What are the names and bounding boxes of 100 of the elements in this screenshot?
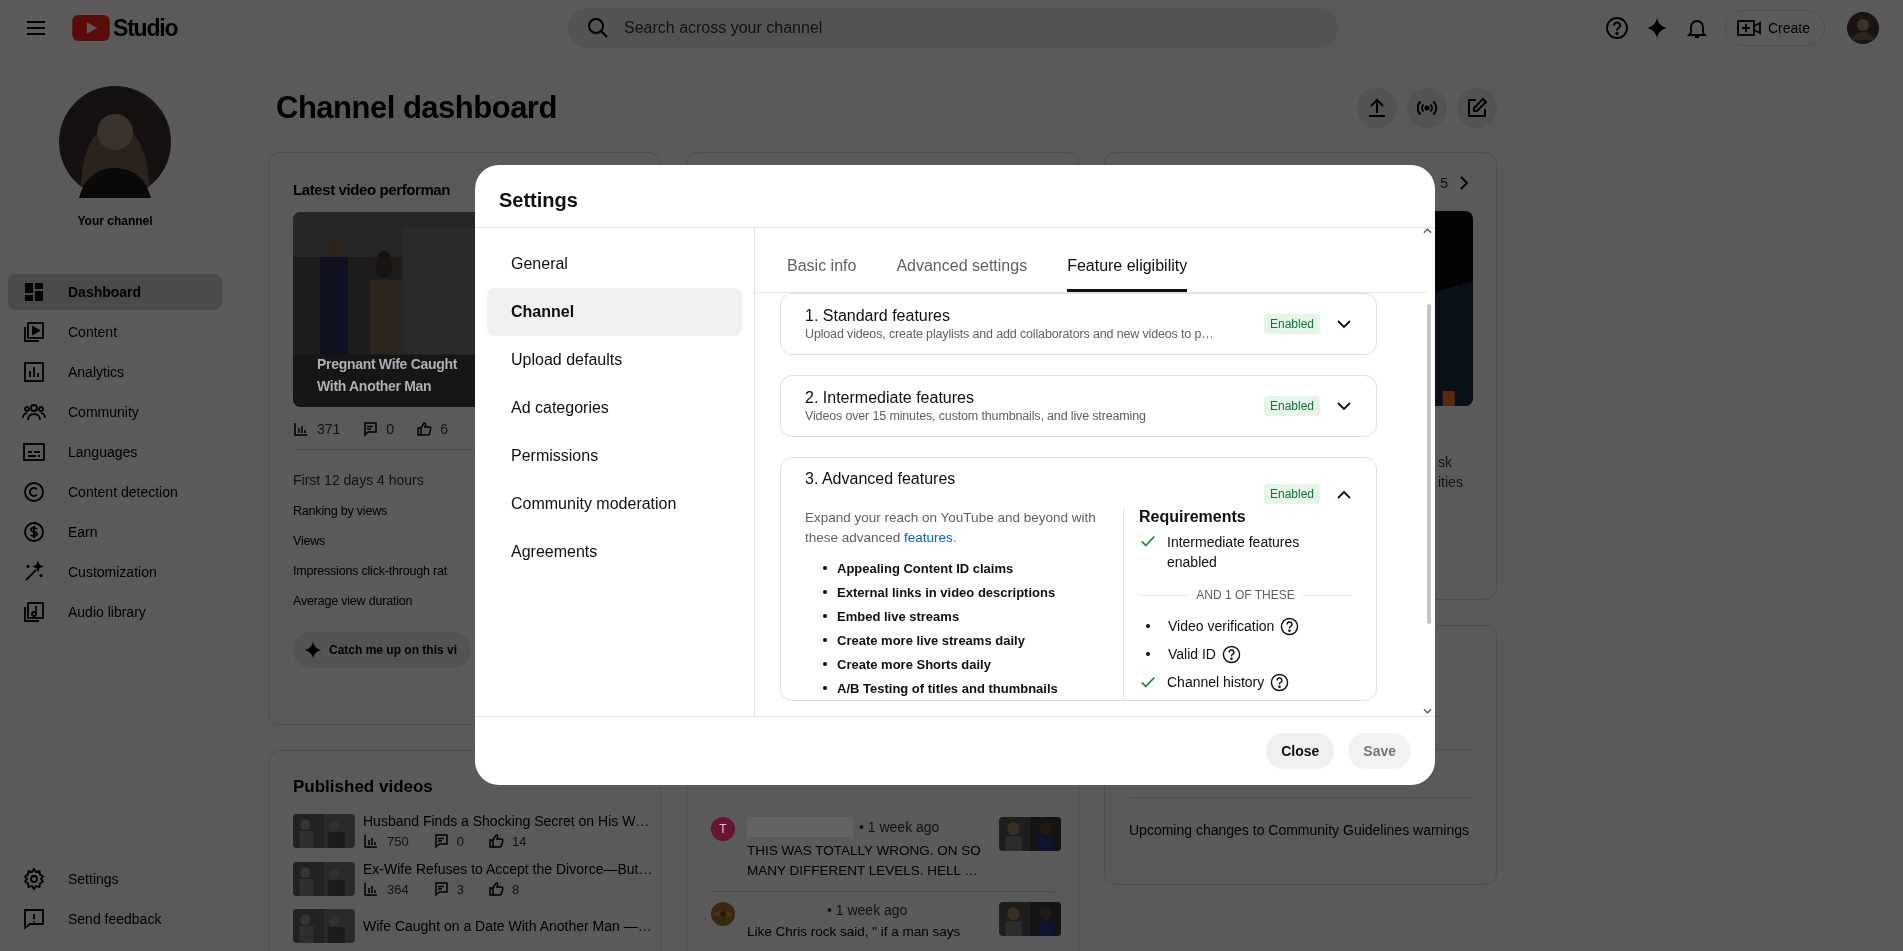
divider-label: AND 1 OF THESE: [1196, 588, 1295, 602]
catch-up-button[interactable]: Catch me up on this vi: [293, 632, 471, 668]
sidebar-item[interactable]: Settings: [8, 861, 222, 897]
metric-label: Views: [293, 534, 326, 548]
bullet-icon: [823, 638, 827, 642]
requirement-label: Video verification: [1168, 617, 1275, 636]
dashboard-icon: [22, 280, 46, 304]
features-link[interactable]: features: [904, 530, 953, 545]
sidebar-item[interactable]: Content: [8, 314, 222, 350]
settings-nav-item[interactable]: Upload defaults: [487, 336, 742, 384]
video-title[interactable]: Husband Finds a Shocking Secret on His W…: [363, 813, 650, 829]
metric-label: Impressions click-through rat: [293, 564, 447, 578]
sidebar-item[interactable]: Community: [8, 394, 222, 430]
like-count: 6: [440, 421, 448, 437]
page-title: Channel dashboard: [276, 90, 557, 126]
section-description: Upload videos, create playlists and add collaborators and new videos to p…: [805, 327, 1215, 341]
requirement-label: Channel history: [1167, 673, 1265, 692]
comment-icon: [432, 881, 449, 897]
news-text[interactable]: Upcoming changes to Community Guidelines warnings: [1129, 820, 1472, 840]
settings-nav-item[interactable]: Agreements: [487, 528, 742, 576]
help-icon[interactable]: [1270, 672, 1290, 692]
search-field[interactable]: Search across your channel: [568, 8, 1338, 48]
bar-chart-icon: [22, 360, 46, 384]
sidebar-item[interactable]: Send feedback: [8, 901, 222, 937]
dialog-button[interactable]: Close: [1266, 733, 1335, 769]
thumbs-up-icon: [416, 421, 433, 437]
card-title: Published videos: [293, 777, 434, 797]
subtitles-icon: [22, 440, 46, 464]
sidebar-item[interactable]: Customization: [8, 554, 222, 590]
page-indicator: 5: [1440, 175, 1448, 191]
settings-icon: [22, 867, 46, 891]
settings-nav-item[interactable]: Channel: [487, 288, 742, 336]
channel-label[interactable]: Your channel: [77, 214, 153, 228]
bar-chart-icon: [363, 881, 379, 897]
comment-text: THIS WAS TOTALLY WRONG. ON SO MANY DIFFERENT LEVELS. HELL …: [747, 842, 982, 880]
comment-count: 3: [456, 881, 464, 897]
search-icon: [586, 16, 610, 40]
settings-nav-item[interactable]: Community moderation: [487, 480, 742, 528]
requirements-title: Requirements: [1139, 508, 1247, 526]
section-title: 3. Advanced features: [805, 470, 957, 488]
video-title[interactable]: Wife Caught on a Date With Another Man —…: [363, 918, 652, 934]
sidebar-item[interactable]: Audio library: [8, 594, 222, 630]
sidebar-item[interactable]: Languages: [8, 434, 222, 470]
metric-label: Ranking by views: [293, 504, 388, 518]
bullet-icon: [823, 566, 827, 570]
feature-item: Appealing Content ID claims: [837, 560, 1014, 576]
channel-avatar[interactable]: [59, 86, 171, 198]
comment-count: 0: [386, 421, 395, 437]
help-icon[interactable]: [1222, 644, 1241, 664]
tab[interactable]: Advanced settings: [896, 257, 1028, 292]
scroll-up-icon[interactable]: [1423, 228, 1432, 234]
bullet-icon: [823, 590, 827, 594]
bar-chart-icon: [293, 421, 309, 437]
help-icon[interactable]: [1280, 616, 1300, 636]
copyright-icon: [22, 480, 46, 504]
dollar-icon: [22, 520, 46, 544]
logo-text[interactable]: Studio: [113, 14, 178, 42]
comment-text: Like Chris rock said, " if a man says: [747, 923, 962, 941]
requirement-label: Intermediate features enabled: [1167, 533, 1301, 572]
view-count: 750: [387, 833, 409, 849]
music-note-icon: [22, 600, 46, 624]
feature-item: Embed live streams: [837, 608, 960, 624]
sidebar-item[interactable]: Earn: [8, 514, 222, 550]
card-text: ities: [1438, 473, 1463, 492]
sparkle-icon: [303, 640, 323, 660]
settings-nav-item[interactable]: Ad categories: [487, 384, 742, 432]
thumbs-up-icon: [487, 833, 504, 849]
status-badge: Enabled: [1263, 314, 1320, 334]
play-logo-icon[interactable]: [72, 15, 110, 41]
comment-time: • 1 week ago: [827, 902, 908, 918]
scroll-down-icon[interactable]: [1423, 708, 1432, 714]
comment-icon: [362, 421, 379, 437]
feature-item: A/B Testing of titles and thumbnails: [837, 680, 1058, 696]
video-title[interactable]: Ex-Wife Refuses to Accept the Divorce—But…: [363, 861, 653, 877]
sidebar-item[interactable]: Analytics: [8, 354, 222, 390]
dialog-title: Settings: [475, 165, 1435, 228]
section-title: 1. Standard features: [805, 307, 951, 325]
live-button[interactable]: [1407, 88, 1447, 128]
edit-button[interactable]: [1457, 88, 1497, 128]
metric-label: Average view duration: [293, 594, 413, 608]
sidebar-item[interactable]: Content detection: [8, 474, 222, 510]
add-video-icon: [1735, 18, 1762, 38]
like-count: 8: [511, 881, 520, 897]
tab[interactable]: Basic info: [787, 257, 857, 292]
sidebar-item[interactable]: Dashboard: [8, 274, 222, 310]
settings-nav-item[interactable]: General: [487, 240, 742, 288]
status-badge: Enabled: [1263, 396, 1320, 416]
feature-item: Create more live streams daily: [837, 632, 1025, 648]
like-count: 14: [511, 833, 527, 849]
section-intro: Expand your reach on YouTube and beyond with these advanced features.: [805, 509, 1097, 547]
thumbnail-caption: Pregnant Wife Caught: [317, 355, 458, 374]
thumbs-up-icon: [487, 881, 504, 897]
bullet-icon: [823, 686, 827, 690]
tab[interactable]: Feature eligibility: [1067, 257, 1188, 292]
settings-nav-item[interactable]: Permissions: [487, 432, 742, 480]
scrollbar-thumb[interactable]: [1427, 304, 1431, 624]
avatar[interactable]: [1847, 12, 1879, 44]
upload-button[interactable]: [1357, 88, 1397, 128]
feature-item: Create more Shorts daily: [837, 656, 991, 672]
create-button[interactable]: Create: [1724, 10, 1825, 46]
